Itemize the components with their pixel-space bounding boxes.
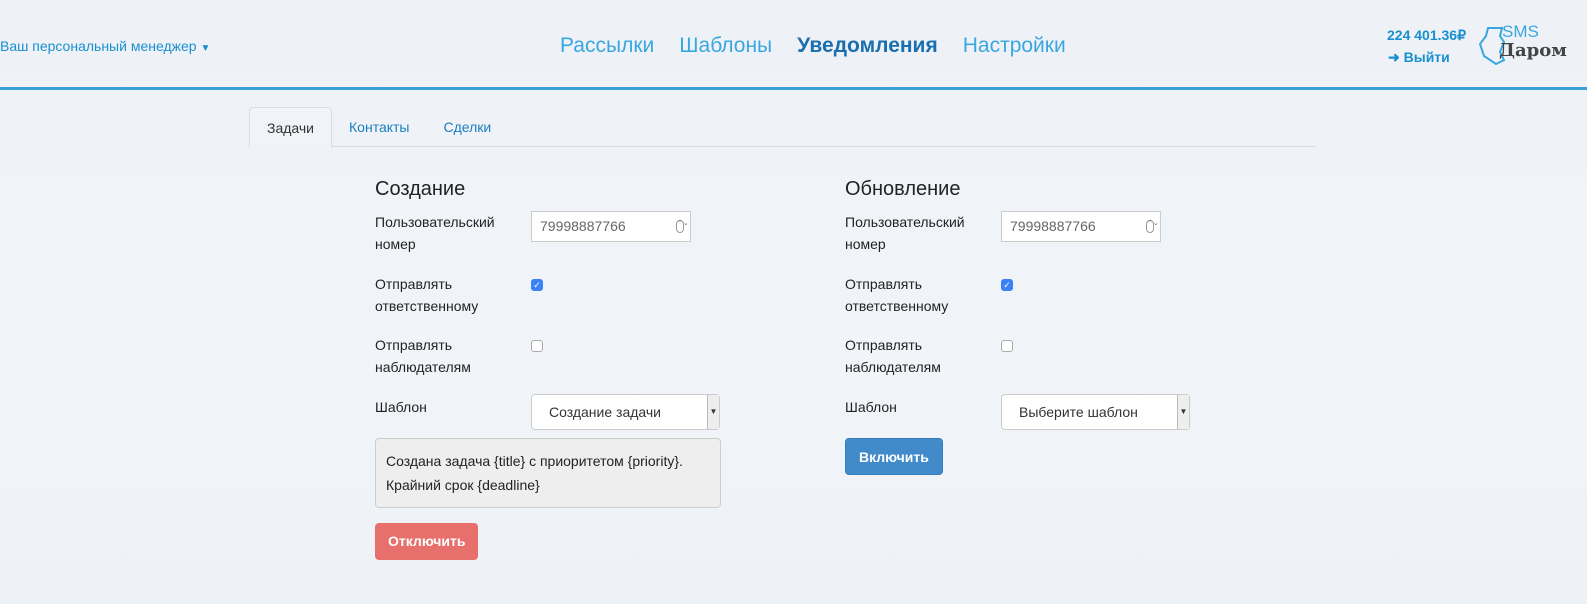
create-section: Создание Пользовательский номер 79998887… [375, 178, 735, 560]
section-title: Обновление [845, 178, 961, 200]
template-label: Шаблон [375, 399, 427, 415]
user-number-label: Пользовательский номер [375, 214, 495, 252]
section-title: Создание [375, 178, 466, 200]
template-label: Шаблон [845, 399, 897, 415]
caret-down-icon: ▼ [707, 395, 719, 429]
header: Ваш персональный менеджер ▼ Рассылки Шаб… [0, 0, 1587, 90]
personal-manager-dropdown[interactable]: Ваш персональный менеджер ▼ [0, 38, 210, 54]
send-observers-label: Отправлять наблюдателям [375, 337, 471, 375]
send-observers-label: Отправлять наблюдателям [845, 337, 941, 375]
tab-contacts[interactable]: Контакты [332, 107, 426, 146]
user-number-value: 79998887766 [1010, 218, 1096, 234]
logo-sms: SMS [1502, 22, 1539, 41]
template-text: Создана задача {title} с приоритетом {pr… [375, 438, 721, 508]
balance: 224 401.36₽ [1387, 27, 1466, 43]
user-number-value: 79998887766 [540, 218, 626, 234]
spinner-icon[interactable]: ⌃⌄ [676, 220, 689, 233]
nav-settings[interactable]: Настройки [963, 34, 1066, 58]
send-observers-checkbox[interactable] [1001, 340, 1013, 352]
logout-label: Выйти [1403, 49, 1450, 65]
enable-button[interactable]: Включить [845, 438, 943, 475]
send-responsible-checkbox[interactable]: ✓ [1001, 279, 1013, 291]
disable-button[interactable]: Отключить [375, 523, 479, 560]
template-select[interactable]: Выберите шаблон ▼ [1001, 394, 1190, 430]
user-number-input[interactable]: 79998887766 ⌃⌄ [1001, 211, 1161, 242]
logout-link[interactable]: ➜ Выйти [1388, 49, 1450, 66]
template-value: Создание задачи [549, 404, 661, 420]
manager-label: Ваш персональный менеджер [0, 38, 197, 54]
template-select[interactable]: Создание задачи ▼ [531, 394, 720, 430]
nav-notifications[interactable]: Уведомления [797, 34, 938, 58]
user-number-label: Пользовательский номер [845, 214, 965, 252]
tab-tasks[interactable]: Задачи [249, 107, 333, 148]
spinner-icon[interactable]: ⌃⌄ [1146, 220, 1159, 233]
send-responsible-label: Отправлять ответственному [845, 276, 949, 314]
send-responsible-checkbox[interactable]: ✓ [531, 279, 543, 291]
nav-mailings[interactable]: Рассылки [560, 34, 654, 58]
nav-templates[interactable]: Шаблоны [679, 34, 772, 58]
send-observers-checkbox[interactable] [531, 340, 543, 352]
template-value: Выберите шаблон [1019, 404, 1138, 420]
logo[interactable]: SMS Даром [1478, 22, 1578, 67]
main-nav: Рассылки Шаблоны Уведомления Настройки [560, 34, 1066, 58]
update-section: Обновление Пользовательский номер 799988… [845, 178, 1205, 475]
user-number-input[interactable]: 79998887766 ⌃⌄ [531, 211, 691, 242]
send-responsible-label: Отправлять ответственному [375, 276, 479, 314]
tab-deals[interactable]: Сделки [427, 107, 509, 146]
chevron-down-icon: ▼ [200, 43, 211, 54]
logo-darom: Даром [1499, 40, 1567, 61]
caret-down-icon: ▼ [1177, 395, 1189, 429]
tabs: Задачи Контакты Сделки [249, 107, 1316, 148]
sign-out-icon: ➜ [1388, 49, 1400, 65]
